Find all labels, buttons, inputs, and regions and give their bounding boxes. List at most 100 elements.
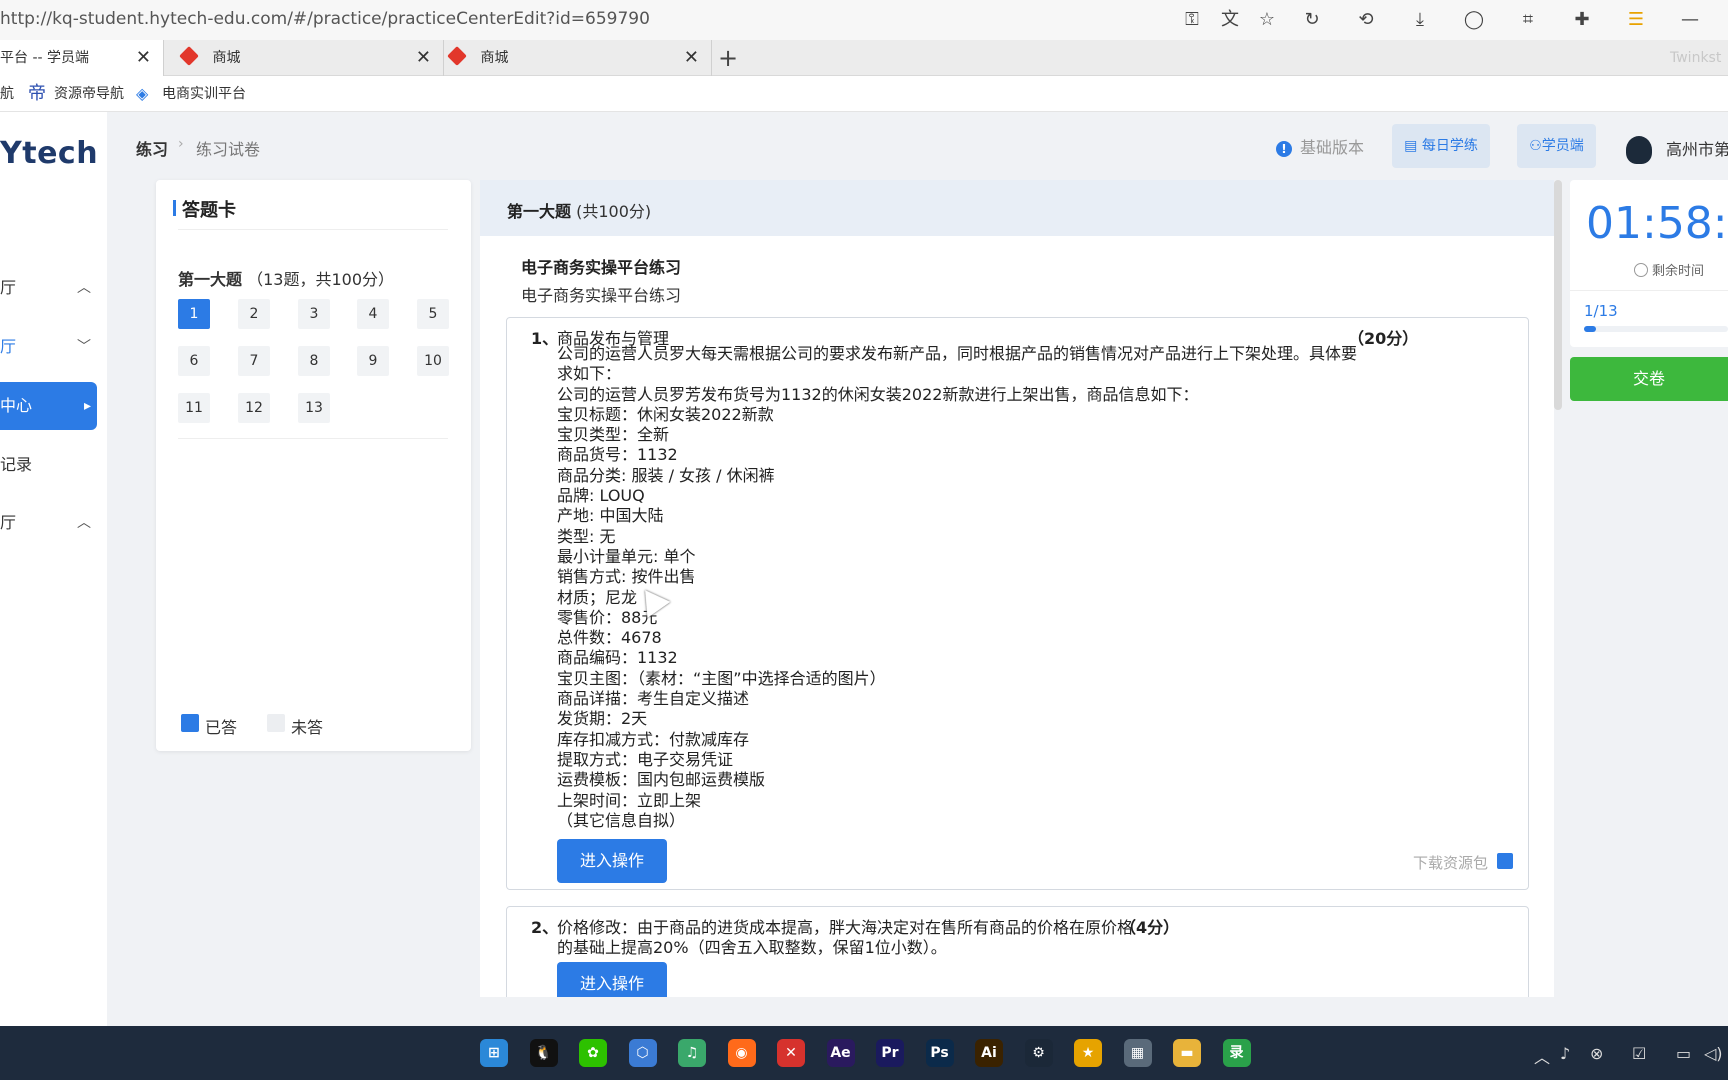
taskbar-illustrator-icon[interactable]: Ai <box>975 1039 1003 1067</box>
progress-track <box>1584 326 1728 332</box>
translate-icon[interactable]: 文 <box>1218 8 1242 32</box>
chevron-up-icon: ︿ <box>77 280 91 296</box>
question-number-button[interactable]: 2 <box>238 299 270 329</box>
profile-icon[interactable]: ◯ <box>1462 8 1486 32</box>
minimize-icon[interactable]: — <box>1678 8 1702 32</box>
question-number-button[interactable]: 7 <box>238 346 270 376</box>
close-icon[interactable]: ✕ <box>416 40 431 76</box>
download-resource-link[interactable]: 下载资源包 <box>1413 852 1488 873</box>
taskbar-app-icon[interactable]: ♫ <box>678 1039 706 1067</box>
tab-label: 平台 -- 学员端 <box>0 50 90 66</box>
taskbar-xmind-icon[interactable]: ✕ <box>777 1039 805 1067</box>
question-number-button[interactable]: 10 <box>417 346 449 376</box>
student-portal-button[interactable]: ⚇学员端 <box>1517 124 1596 168</box>
exam-title: 电子商务实操平台练习 <box>521 258 682 277</box>
question-number-button[interactable]: 6 <box>178 346 210 376</box>
close-icon[interactable]: ✕ <box>684 40 699 76</box>
question-line: 最小计量单元: 单个 <box>557 546 696 566</box>
taskbar-calculator-icon[interactable]: ▦ <box>1123 1039 1152 1067</box>
taskbar-steam-icon[interactable]: ⚙ <box>1024 1039 1053 1067</box>
volume-icon[interactable]: ◁) <box>1704 1044 1723 1063</box>
section-score: (共100分) <box>576 202 652 221</box>
version-text: 基础版本 <box>1300 138 1365 157</box>
breadcrumb-root[interactable]: 练习 <box>136 136 168 160</box>
chevron-down-icon: ﹀ <box>77 339 91 355</box>
question-line: 宝贝类型：全新 <box>557 425 670 445</box>
bookmark-nav[interactable]: 航 <box>0 76 14 112</box>
student-portal-label: 学员端 <box>1541 138 1584 154</box>
question-number-button[interactable]: 4 <box>357 299 389 329</box>
sidebar-item-records[interactable]: 记录 <box>0 441 97 489</box>
tab-label: 商城 <box>480 50 509 66</box>
question-number-button[interactable]: 3 <box>298 299 330 329</box>
sidebar-item-5[interactable]: 厅 ︿ <box>0 499 97 547</box>
download-icon[interactable]: ⤓ <box>1408 8 1432 32</box>
sidebar-item-1[interactable]: 厅 ︿ <box>0 264 97 312</box>
question-line: 库存扣减方式：付款减库存 <box>557 729 750 749</box>
star-icon[interactable]: ☆ <box>1255 8 1279 32</box>
reload-icon[interactable]: ↻ <box>1300 8 1324 32</box>
taskbar-folder-icon[interactable]: ▬ <box>1173 1039 1201 1067</box>
taskbar-recorder-icon[interactable]: 录 <box>1222 1039 1251 1067</box>
tab-student[interactable]: 平台 -- 学员端 ✕ <box>0 40 164 76</box>
taskbar-star-icon[interactable]: ★ <box>1074 1039 1102 1067</box>
avatar[interactable] <box>1626 136 1652 164</box>
question-line: 材质；尼龙 <box>557 587 638 607</box>
history-icon[interactable]: ⟲ <box>1354 8 1378 32</box>
address-bar[interactable]: http://kq-student.hytech-edu.com/#/pract… <box>0 0 1728 40</box>
taskbar-premiere-icon[interactable]: Pr <box>876 1039 904 1067</box>
taskbar-after-effects-icon[interactable]: Ae <box>826 1039 855 1067</box>
question-number: 2、 <box>531 918 559 937</box>
new-tab-button[interactable]: + <box>718 40 738 76</box>
taskbar <box>0 1026 1728 1080</box>
taskbar-app-icon[interactable]: ⬡ <box>628 1039 657 1067</box>
question-number-button[interactable]: 11 <box>178 393 210 423</box>
scrollbar-thumb[interactable] <box>1554 180 1562 410</box>
section-heading: 第一大题 （13题，共100分） <box>178 266 394 290</box>
download-package-icon[interactable] <box>1497 853 1513 869</box>
sidebar-item-label: 记录 <box>0 455 33 474</box>
bookmark-ecommerce[interactable]: 电商实训平台 <box>162 76 246 112</box>
question-line: 商品货号：1132 <box>557 445 678 465</box>
question-number-button[interactable]: 1 <box>178 299 210 329</box>
enter-operation-button[interactable]: 进入操作 <box>557 962 667 997</box>
music-icon[interactable]: ♪ <box>1560 1044 1570 1063</box>
network-icon[interactable]: ▭ <box>1676 1044 1691 1063</box>
chevron-up-icon[interactable]: ︿ <box>1534 1044 1550 1068</box>
tab-mall-1[interactable]: 商城 ✕ <box>176 40 444 76</box>
submit-exam-button[interactable]: 交卷 <box>1570 357 1728 401</box>
user-name[interactable]: 高州市第 <box>1666 136 1728 160</box>
divider <box>1570 290 1728 291</box>
question-number-button[interactable]: 9 <box>357 346 389 376</box>
question-number-button[interactable]: 12 <box>238 393 270 423</box>
calendar-icon: ▤ <box>1404 138 1422 154</box>
taskbar-firefox-icon[interactable]: ◉ <box>727 1039 756 1067</box>
close-circle-icon[interactable]: ⊗ <box>1590 1044 1603 1063</box>
close-icon[interactable]: ✕ <box>136 40 151 76</box>
question-line: 销售方式: 按件出售 <box>557 567 696 587</box>
question-number-button[interactable]: 8 <box>298 346 330 376</box>
question-number: 1、 <box>531 329 559 348</box>
mall-favicon-icon <box>447 46 467 66</box>
bookmark-resource[interactable]: 资源帝导航 <box>54 76 124 112</box>
taskbar-photoshop-icon[interactable]: Ps <box>925 1039 954 1067</box>
extensions-icon[interactable]: ✚ <box>1570 8 1594 32</box>
question-line: 品牌: LOUQ <box>557 486 645 506</box>
sidebar-item-practice-center[interactable]: 中心 ▸ <box>0 382 97 430</box>
daily-practice-button[interactable]: ▤ 每日学练 <box>1392 124 1490 168</box>
taskbar-windows-icon[interactable]: ⊞ <box>480 1039 508 1067</box>
taskbar-qq-icon[interactable]: 🐧 <box>529 1039 558 1067</box>
question-number-button[interactable]: 13 <box>298 393 330 423</box>
taskbar-wechat-icon[interactable]: ✿ <box>579 1039 607 1067</box>
tab-mall-2[interactable]: 商城 ✕ <box>444 40 712 76</box>
question-number-button[interactable]: 5 <box>417 299 449 329</box>
crop-icon[interactable]: ⌗ <box>1516 8 1540 32</box>
menu-icon[interactable]: ☰ <box>1624 8 1648 32</box>
url-text[interactable]: http://kq-student.hytech-edu.com/#/pract… <box>0 9 650 29</box>
key-icon[interactable]: ⚿ <box>1180 8 1204 32</box>
checkbox-icon[interactable]: ☑ <box>1632 1044 1646 1063</box>
sidebar-item-2[interactable]: 厅 ﹀ <box>0 323 97 371</box>
sidebar-item-label: 厅 <box>0 337 17 356</box>
info-icon: ! <box>1276 141 1292 157</box>
enter-operation-button[interactable]: 进入操作 <box>557 839 667 883</box>
